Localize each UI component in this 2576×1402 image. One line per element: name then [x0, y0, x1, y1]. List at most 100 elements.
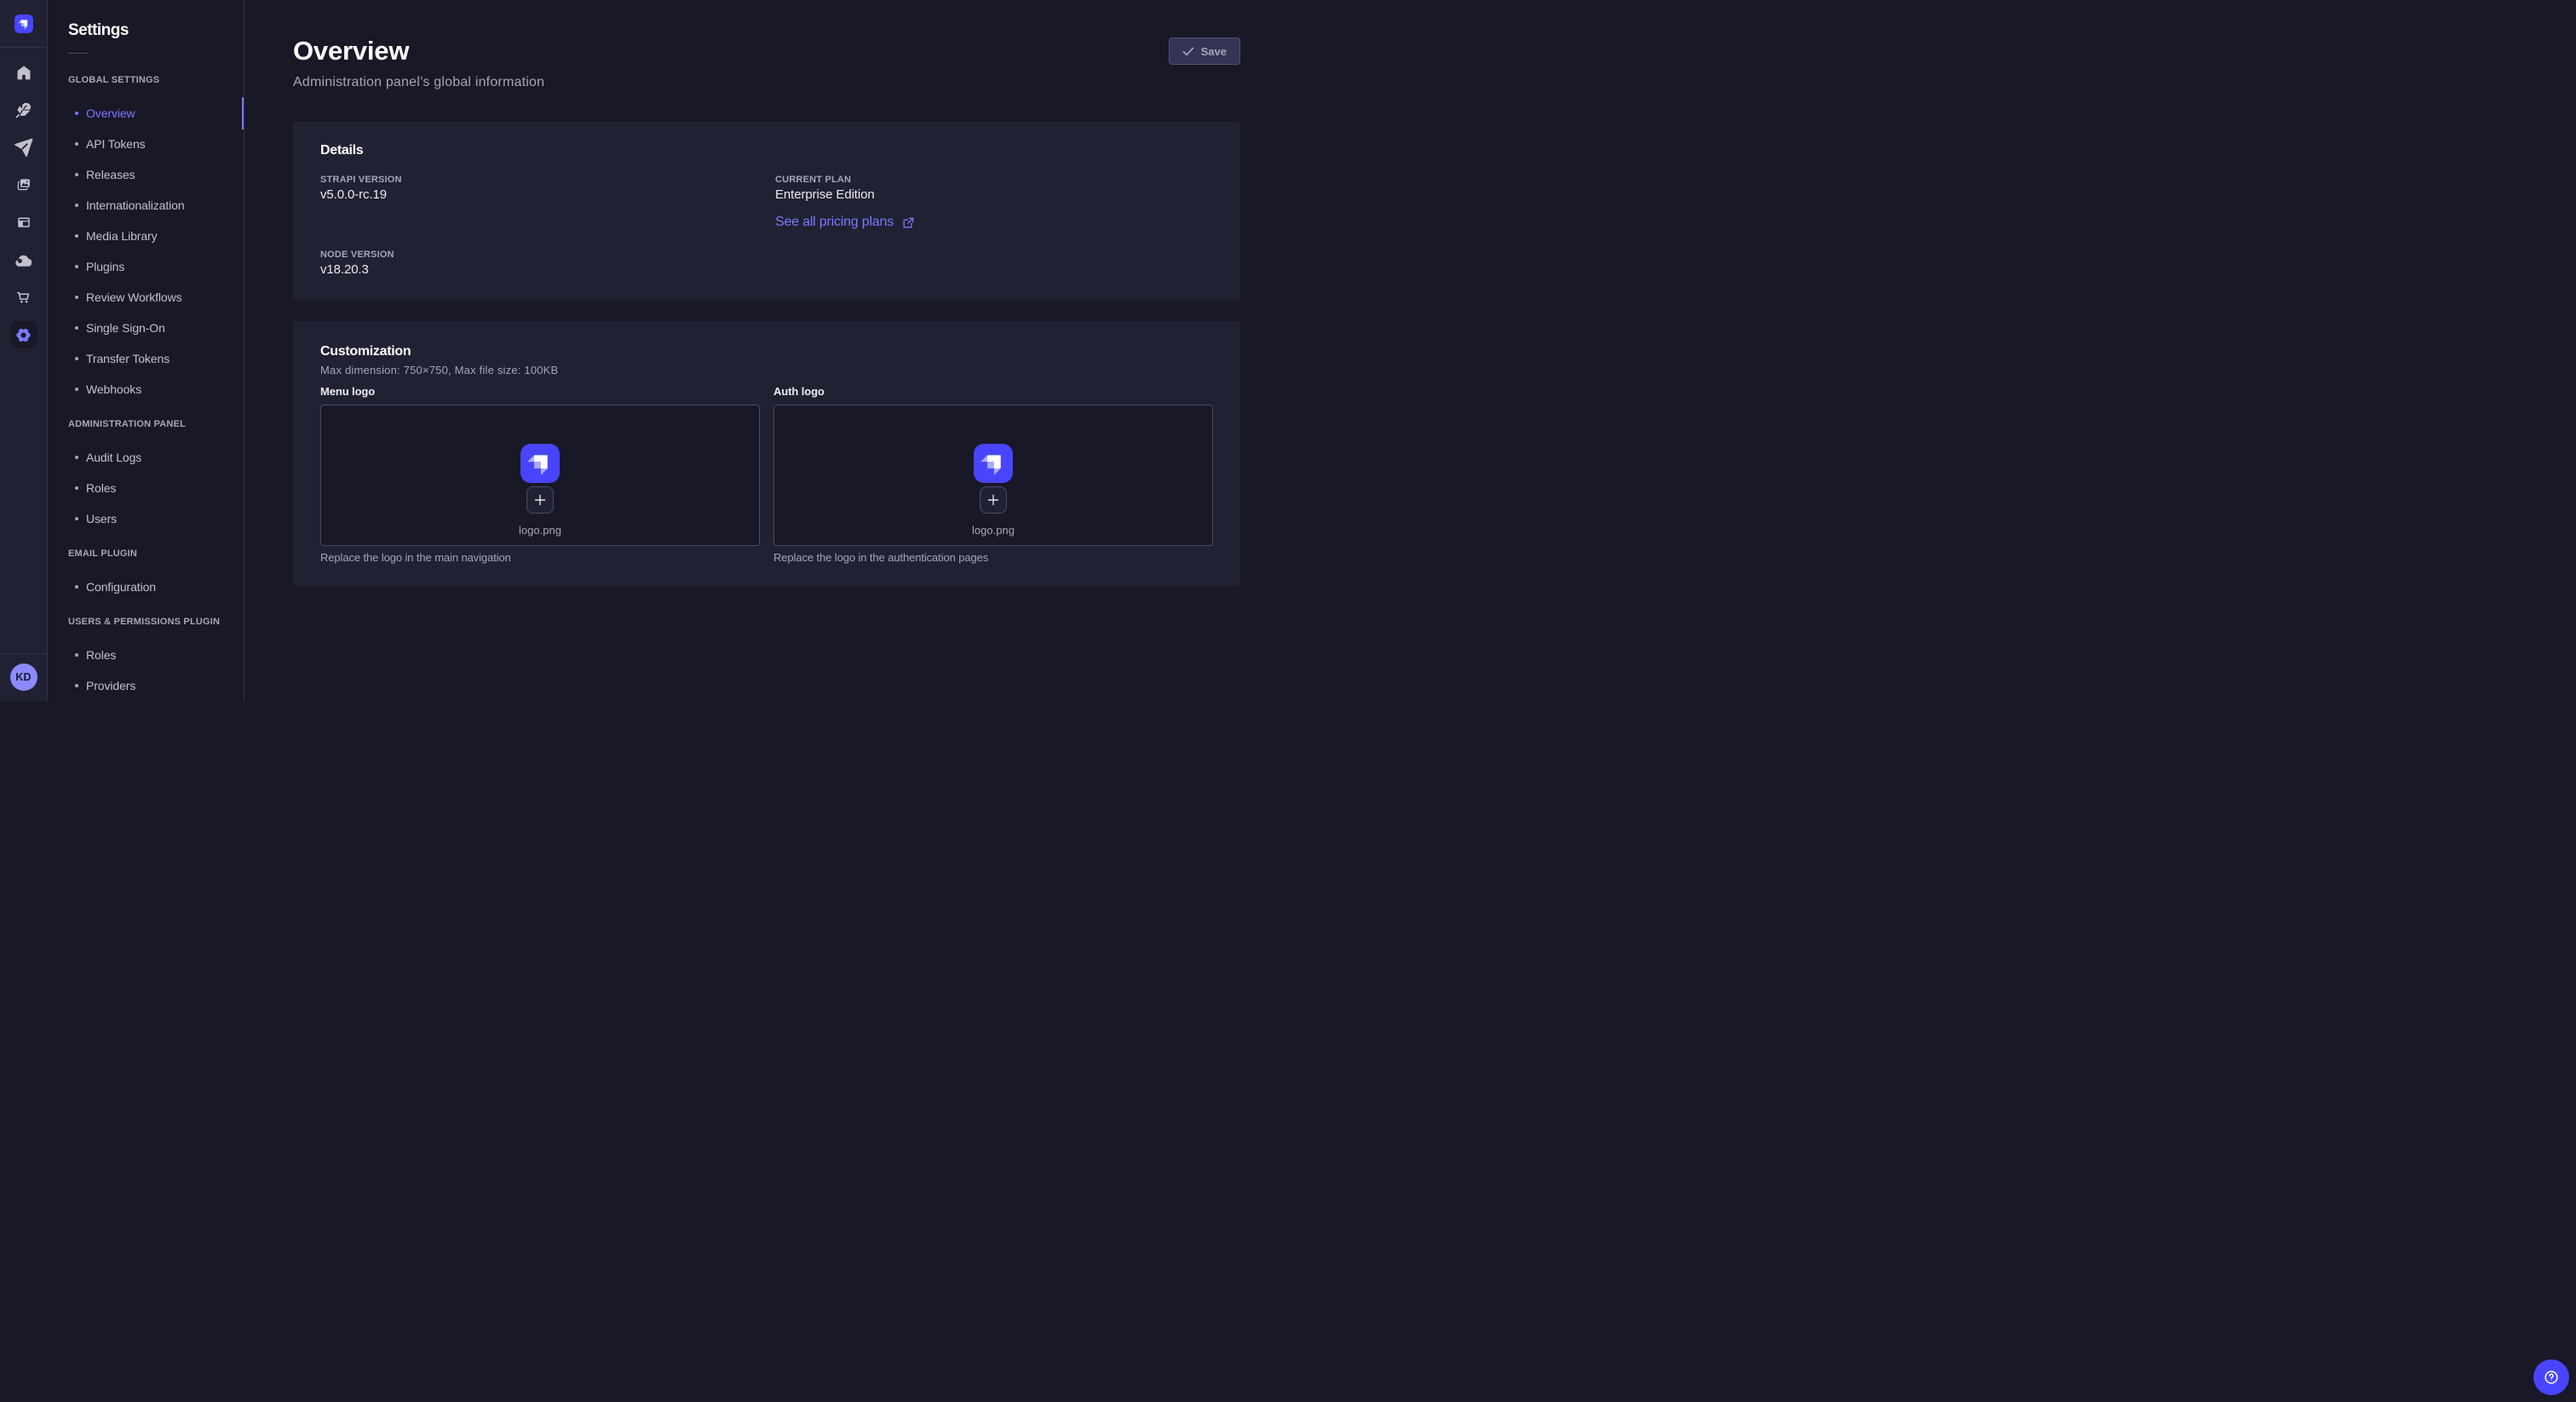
subnav-item-overview[interactable]: Overview	[48, 98, 244, 129]
page-title: Overview	[293, 34, 409, 68]
images-icon	[16, 177, 32, 192]
content: Details STRAPI VERSION v5.0.0-rc.19 CURR…	[244, 93, 1288, 586]
customization-subtitle: Max dimension: 750×750, Max file size: 1…	[320, 362, 1213, 379]
external-link-icon	[902, 216, 915, 229]
subnav-item-webhooks[interactable]: Webhooks	[48, 374, 244, 405]
subnav-item-label: API Tokens	[86, 137, 146, 151]
strapi-version-field: STRAPI VERSION v5.0.0-rc.19	[320, 173, 758, 233]
strapi-logo	[14, 14, 33, 33]
subnav-item-label: Roles	[86, 648, 116, 662]
details-grid: STRAPI VERSION v5.0.0-rc.19 CURRENT PLAN…	[320, 173, 1213, 279]
menu-logo-input: logo.png	[320, 405, 760, 546]
menu-logo-hint: Replace the logo in the main navigation	[320, 549, 760, 566]
subnav-item-roles[interactable]: Roles	[48, 473, 244, 503]
subnav-item-api-tokens[interactable]: API Tokens	[48, 129, 244, 159]
auth-logo-input: logo.png	[773, 405, 1213, 546]
rail-divider	[0, 653, 47, 654]
pricing-plans-link[interactable]: See all pricing plans	[775, 212, 915, 233]
auth-logo-hint: Replace the logo in the authentication p…	[773, 549, 1213, 566]
save-button[interactable]: Save	[1169, 37, 1240, 65]
subnav-item-label: Transfer Tokens	[86, 352, 170, 365]
nav-marketplace-button[interactable]	[10, 284, 37, 311]
subnav-item-single-sign-on[interactable]: Single Sign-On	[48, 313, 244, 343]
bullet-icon	[75, 653, 78, 657]
subnav-item-internationalization[interactable]: Internationalization	[48, 190, 244, 221]
bullet-icon	[75, 585, 78, 589]
paper-plane-icon	[14, 138, 33, 157]
subnav-item-label: Review Workflows	[86, 290, 182, 304]
nav-settings-button[interactable]	[10, 321, 37, 348]
subnav-item-configuration[interactable]: Configuration	[48, 572, 244, 602]
subnav-item-label: Media Library	[86, 229, 158, 243]
subnav-item-label: Plugins	[86, 260, 124, 273]
question-mark-icon	[2543, 1369, 2560, 1386]
bullet-icon	[75, 456, 78, 459]
bullet-icon	[75, 388, 78, 391]
nav-media-library-button[interactable]	[10, 171, 37, 198]
menu-logo-filename: logo.png	[321, 522, 759, 539]
subnav-item-providers[interactable]: Providers	[48, 670, 244, 701]
menu-logo-image	[520, 444, 560, 483]
details-title: Details	[320, 141, 1213, 161]
subnav-item-label: Single Sign-On	[86, 321, 165, 335]
main-nav-rail: KD	[0, 0, 48, 701]
page-subtitle: Administration panel’s global informatio…	[293, 72, 1240, 93]
node-version-label: NODE VERSION	[320, 248, 758, 261]
nav-content-manager-button[interactable]	[10, 96, 37, 124]
subnav-section: GLOBAL SETTINGS Overview API Tokens Release…	[48, 73, 244, 405]
subnav-item-releases[interactable]: Releases	[48, 159, 244, 190]
node-version-field: NODE VERSION v18.20.3	[320, 248, 758, 279]
plus-icon	[986, 493, 1000, 507]
customization-title: Customization	[320, 342, 1213, 362]
save-label: Save	[1201, 45, 1227, 58]
subnav-item-audit-logs[interactable]: Audit Logs	[48, 442, 244, 473]
auth-logo-add-button[interactable]	[980, 486, 1007, 514]
auth-logo-label: Auth logo	[773, 383, 1213, 400]
feather-icon	[15, 102, 32, 118]
subnav-item-label: Configuration	[86, 580, 156, 594]
current-plan-label: CURRENT PLAN	[775, 173, 1213, 187]
subnav-item-label: Audit Logs	[86, 451, 141, 464]
nav-deploy-button[interactable]	[10, 134, 37, 161]
nav-cloud-button[interactable]	[10, 246, 37, 273]
pricing-plans-label: See all pricing plans	[775, 212, 894, 233]
avatar[interactable]: KD	[10, 664, 37, 691]
settings-subnav: Settings GLOBAL SETTINGS Overview API Toke…	[48, 0, 244, 701]
subnav-item-media-library[interactable]: Media Library	[48, 221, 244, 251]
bullet-icon	[75, 684, 78, 687]
menu-logo-label: Menu logo	[320, 383, 760, 400]
plus-icon	[533, 493, 547, 507]
subnav-item-plugins[interactable]: Plugins	[48, 251, 244, 282]
subnav-item-label: Roles	[86, 481, 116, 495]
bullet-icon	[75, 326, 78, 330]
subnav-section-label: GLOBAL SETTINGS	[48, 73, 244, 87]
bullet-icon	[75, 173, 78, 176]
customization-card: Customization Max dimension: 750×750, Ma…	[293, 321, 1240, 586]
workplace-logo-wrap[interactable]	[0, 0, 47, 48]
check-icon	[1182, 47, 1194, 56]
home-icon	[17, 66, 31, 80]
header-row: Overview Save	[293, 34, 1240, 68]
bullet-icon	[75, 296, 78, 299]
subnav-item-transfer-tokens[interactable]: Transfer Tokens	[48, 343, 244, 374]
nav-content-type-builder-button[interactable]	[10, 209, 37, 236]
subnav-section: USERS & PERMISSIONS PLUGINRolesProviders	[48, 615, 244, 701]
logo-grid: Menu logo logo.png Replace the logo in t…	[320, 383, 1213, 566]
strapi-version-label: STRAPI VERSION	[320, 173, 758, 187]
subnav-item-roles[interactable]: Roles	[48, 640, 244, 670]
subnav-item-users[interactable]: Users	[48, 503, 244, 534]
details-card: Details STRAPI VERSION v5.0.0-rc.19 CURR…	[293, 122, 1240, 301]
subnav-item-label: Webhooks	[86, 382, 141, 396]
nav-home-button[interactable]	[10, 59, 37, 86]
bullet-icon	[75, 234, 78, 238]
node-version-value: v18.20.3	[320, 261, 758, 279]
rail-nav	[10, 59, 37, 348]
subnav-item-review-workflows[interactable]: Review Workflows	[48, 282, 244, 313]
subnav-section-label: EMAIL PLUGIN	[48, 547, 244, 560]
subnav-title: Settings	[48, 20, 244, 41]
menu-logo-add-button[interactable]	[526, 486, 554, 514]
subnav-item-label: Internationalization	[86, 198, 185, 212]
rail-bottom: KD	[0, 653, 47, 701]
subnav-section-label: ADMINISTRATION PANEL	[48, 417, 244, 431]
help-button[interactable]	[2533, 1359, 2569, 1395]
